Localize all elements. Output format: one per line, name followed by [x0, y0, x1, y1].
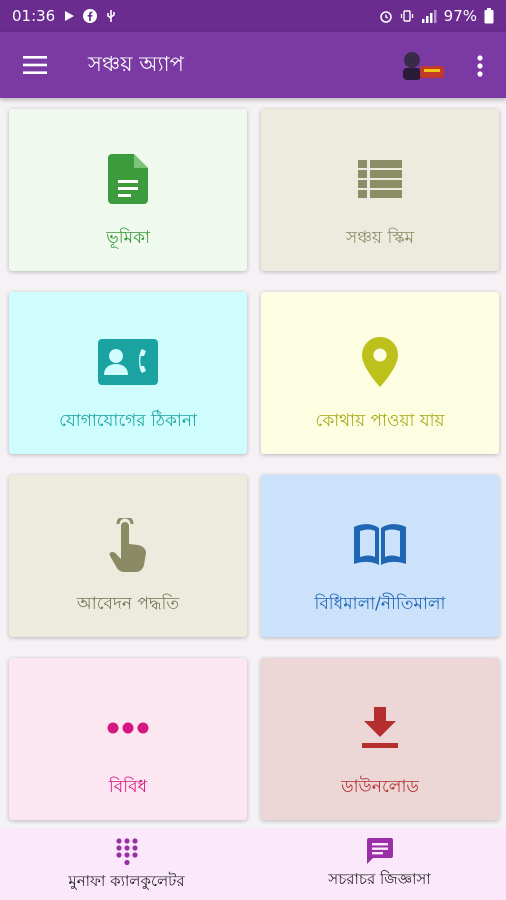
usb-icon — [105, 9, 117, 23]
card-label: আবেদন পদ্ধতি — [76, 594, 180, 614]
app-title: সঞ্চয় অ্যাপ — [88, 51, 184, 76]
menu-button[interactable] — [0, 32, 70, 98]
card-savings-scheme[interactable]: সঞ্চয় স্কিম — [261, 109, 499, 271]
alarm-icon — [379, 9, 393, 23]
nav-faq[interactable]: সচরাচর জিজ্ঞাসা — [253, 828, 506, 900]
card-where-available[interactable]: কোথায় পাওয়া যায় — [261, 292, 499, 454]
card-introduction[interactable]: ভূমিকা — [9, 109, 247, 271]
card-label: বিবিধ — [108, 777, 148, 797]
bottom-nav: মুনাফা ক্যালকুলেটর সচরাচর জিজ্ঞাসা — [0, 828, 506, 900]
card-miscellaneous[interactable]: বিবিধ — [9, 658, 247, 820]
download-icon — [362, 698, 398, 758]
status-bar: 01:36 97% — [0, 0, 506, 32]
card-label: কোথায় পাওয়া যায় — [315, 411, 445, 431]
facebook-icon — [83, 9, 98, 23]
nav-label: সচরাচর জিজ্ঞাসা — [328, 870, 431, 888]
touch-hand-icon — [108, 515, 148, 575]
document-icon — [108, 149, 148, 209]
contact-phone-icon — [98, 332, 158, 392]
more-options-button[interactable] — [466, 48, 494, 84]
message-icon — [366, 838, 393, 864]
hamburger-icon — [23, 56, 47, 74]
card-label: ডাউনলোড — [341, 777, 419, 797]
battery-icon — [484, 8, 494, 24]
play-icon — [63, 10, 75, 22]
nav-label: মুনাফা ক্যালকুলেটর — [68, 872, 185, 890]
more-dots-icon — [107, 698, 149, 758]
nav-profit-calculator[interactable]: মুনাফা ক্যালকুলেটর — [0, 828, 253, 900]
book-icon — [352, 515, 408, 575]
dialpad-icon — [115, 838, 138, 866]
avatar[interactable] — [398, 48, 448, 84]
status-time: 01:36 — [12, 7, 56, 25]
card-rules-policy[interactable]: বিধিমালা/নীতিমালা — [261, 475, 499, 637]
card-label: সঞ্চয় স্কিম — [345, 228, 415, 248]
location-pin-icon — [362, 332, 398, 392]
list-icon — [358, 149, 402, 209]
card-download[interactable]: ডাউনলোড — [261, 658, 499, 820]
card-application-process[interactable]: আবেদন পদ্ধতি — [9, 475, 247, 637]
battery-percent: 97% — [443, 7, 477, 25]
more-vert-icon — [477, 55, 483, 77]
app-bar: সঞ্চয় অ্যাপ — [0, 32, 506, 98]
card-label: বিধিমালা/নীতিমালা — [314, 594, 446, 614]
card-contact-address[interactable]: যোগাযোগের ঠিকানা — [9, 292, 247, 454]
card-label: যোগাযোগের ঠিকানা — [59, 411, 197, 431]
signal-icon — [421, 9, 437, 23]
card-label: ভূমিকা — [106, 228, 150, 248]
vibrate-icon — [400, 9, 414, 23]
